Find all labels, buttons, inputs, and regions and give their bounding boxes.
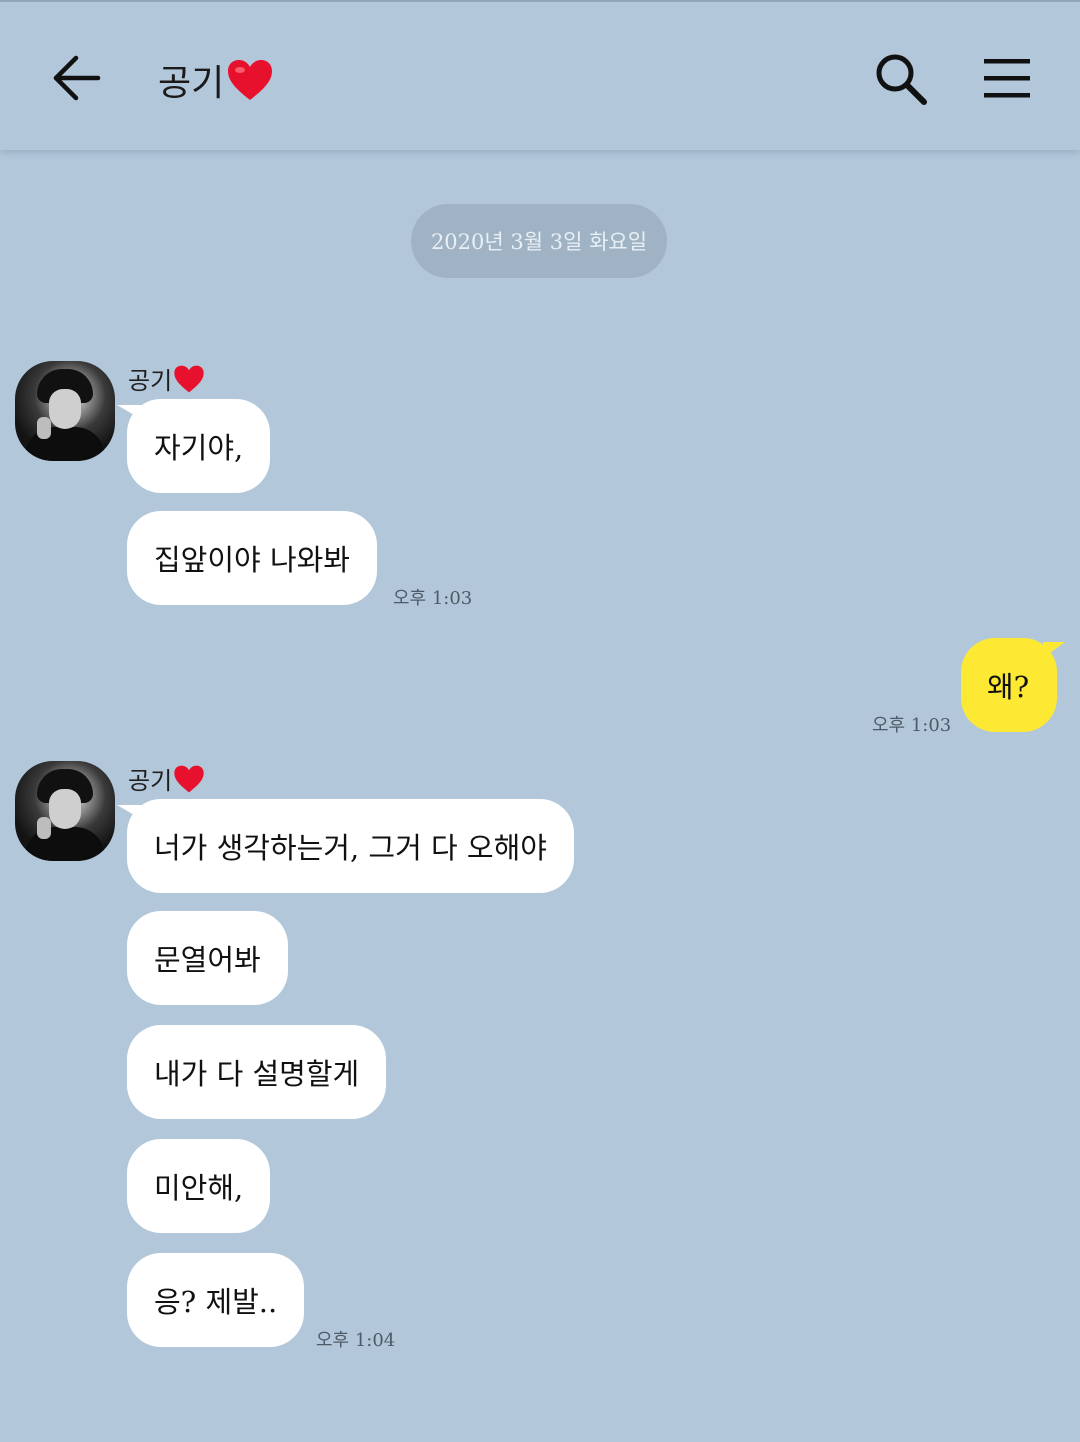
message-time: 오후 1:04 <box>316 1330 396 1351</box>
back-button[interactable] <box>48 52 108 104</box>
chat-screen: 공기 2020년 3월 3일 화요일 공기 자기야, 집앞이야 나와봐 오후 1… <box>0 0 1080 1442</box>
message-bubble[interactable]: 내가 다 설명할게 <box>127 1025 387 1119</box>
hamburger-menu-icon <box>984 59 1030 98</box>
message-bubble[interactable]: 너가 생각하는거, 그거 다 오해야 <box>117 799 574 893</box>
menu-button[interactable] <box>982 56 1032 100</box>
message-bubble[interactable]: 집앞이야 나와봐 <box>127 511 377 605</box>
message-bubble[interactable]: 자기야, <box>116 399 271 493</box>
avatar[interactable] <box>15 761 115 861</box>
sender-name: 공기 <box>128 361 205 396</box>
message-bubble[interactable]: 미안해, <box>127 1139 271 1233</box>
date-divider: 2020년 3월 3일 화요일 <box>411 204 667 278</box>
search-icon <box>876 54 927 105</box>
heart-icon <box>174 365 204 392</box>
chat-header: 공기 <box>0 0 1080 150</box>
message-bubble[interactable]: 응? 제발.. <box>127 1253 305 1347</box>
sender-name-text: 공기 <box>128 767 173 795</box>
arrow-left-icon <box>53 55 101 101</box>
sender-name: 공기 <box>128 761 205 796</box>
my-message-bubble[interactable]: 왜? <box>961 638 1065 732</box>
heart-icon <box>174 765 204 792</box>
message-time: 오후 1:03 <box>872 715 952 736</box>
search-button[interactable] <box>872 50 930 108</box>
message-bubble[interactable]: 문열어봐 <box>127 911 288 1005</box>
chat-title-text: 공기 <box>158 63 225 104</box>
heart-icon <box>228 60 273 100</box>
chat-title: 공기 <box>158 54 274 106</box>
message-time: 오후 1:03 <box>393 588 473 609</box>
avatar[interactable] <box>15 361 115 461</box>
sender-name-text: 공기 <box>128 367 173 395</box>
